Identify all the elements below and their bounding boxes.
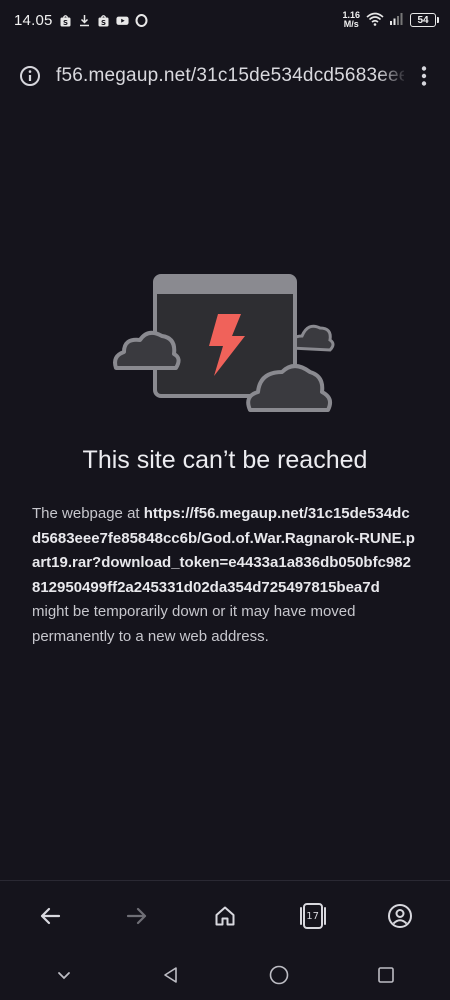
forward-icon	[127, 907, 147, 924]
wifi-icon	[366, 12, 384, 29]
info-icon[interactable]	[18, 64, 42, 88]
nav-recents-icon	[378, 967, 395, 983]
network-speed: 1.16 M/s	[342, 11, 360, 29]
shopee-icon: S	[97, 14, 110, 27]
battery-icon: 54	[410, 13, 439, 27]
address-bar: f56.megaup.net/31c15de534dcd5683eee7fe8	[0, 48, 450, 104]
error-prefix: The webpage at	[32, 505, 144, 522]
tab-count: 17	[306, 910, 319, 922]
youtube-icon	[115, 14, 129, 27]
browser-toolbar: 17	[0, 880, 450, 950]
site-unreachable-illustration	[110, 272, 335, 422]
nav-collapse-button[interactable]	[44, 955, 84, 995]
battery-level: 54	[417, 14, 429, 26]
nav-recents-button[interactable]	[366, 955, 406, 995]
network-speed-unit: M/s	[343, 19, 359, 29]
error-suffix: might be temporarily down or it may have…	[32, 603, 356, 645]
opera-icon	[135, 13, 148, 27]
signal-icon	[390, 12, 404, 28]
account-icon	[388, 903, 413, 928]
status-left: 14.05 S S	[14, 12, 148, 29]
nav-back-icon	[164, 967, 178, 983]
url-fade	[378, 48, 408, 104]
more-menu-icon[interactable]	[412, 64, 436, 88]
cloud-icon	[113, 330, 181, 370]
account-button[interactable]	[378, 894, 422, 938]
home-button[interactable]	[203, 894, 247, 938]
system-nav-bar	[0, 950, 450, 1000]
nav-back-button[interactable]	[151, 955, 191, 995]
download-icon	[78, 14, 91, 27]
back-icon	[40, 907, 60, 924]
status-right: 1.16 M/s 54	[342, 11, 439, 29]
forward-button[interactable]	[115, 894, 159, 938]
error-message: The webpage at https://f56.megaup.net/31…	[32, 502, 418, 649]
shopee-icon: S	[59, 14, 72, 27]
nav-home-button[interactable]	[259, 955, 299, 995]
nav-home-icon	[269, 965, 289, 985]
error-page: This site can’t be reached The webpage a…	[0, 104, 450, 880]
chevron-down-icon	[57, 972, 70, 980]
home-icon	[215, 906, 235, 925]
svg-text:S: S	[63, 19, 68, 27]
status-time: 14.05	[14, 11, 53, 29]
error-title: This site can’t be reached	[82, 446, 368, 474]
url-field[interactable]: f56.megaup.net/31c15de534dcd5683eee7fe8	[56, 65, 404, 87]
back-button[interactable]	[28, 894, 72, 938]
svg-text:S: S	[101, 19, 106, 27]
tabs-button[interactable]: 17	[291, 894, 335, 938]
status-bar: 14.05 S S 1.16 M/s 54	[0, 0, 450, 40]
